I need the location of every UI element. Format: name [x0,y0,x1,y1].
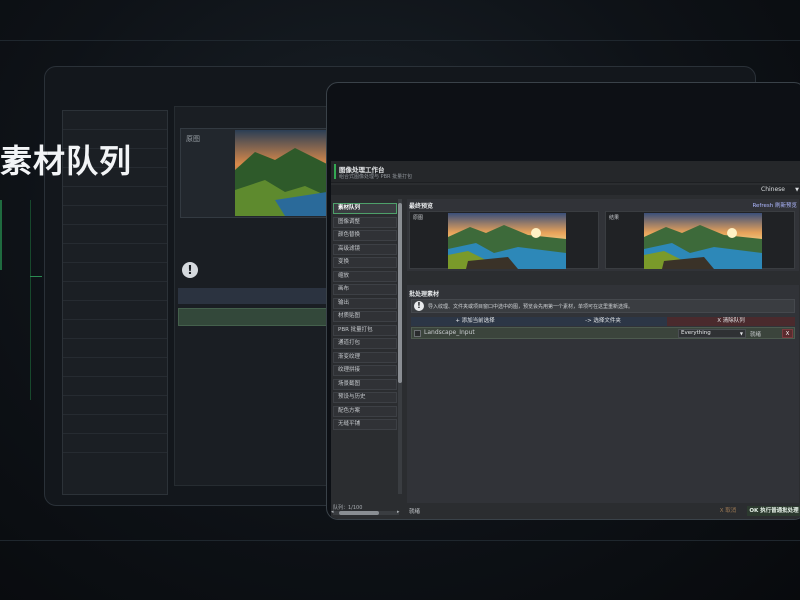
queue-count: 队列：1/100 [333,505,363,511]
result-label: 结果 [609,215,620,221]
remove-file-button[interactable]: X [782,329,793,338]
preview-title: 最终预览 [409,203,434,210]
warning-icon: ! [414,301,424,311]
file-row[interactable]: Landscape_Input Everything ▼ 就绪 X [411,327,795,339]
original-preview: 原图 [409,211,599,269]
bg-divider [0,540,800,541]
sidebar-item[interactable]: 缩放 [333,270,397,282]
sidebar-item[interactable]: 渐变纹理 [333,351,397,363]
batch-title: 批处理素材 [409,291,440,298]
file-mode-value: Everything [681,330,711,336]
sidebar-item[interactable]: 无缝平铺 [333,419,397,430]
scroll-right-icon[interactable]: ▸ [397,509,400,515]
app-subtitle: 组合式图像处理与 PBR 批量打包 [339,174,413,180]
cancel-button[interactable]: X 取消 [713,506,743,516]
choose-folder-button[interactable]: -> 选择文件夹 [539,317,667,326]
sidebar-item[interactable]: 纹理拼接 [333,365,397,376]
sidebar-item[interactable]: 素材队列 [333,203,397,214]
scroll-left-icon[interactable]: ◂ [331,509,334,515]
background-action-bar [178,288,328,304]
app-panel: 图像处理工作台 组合式图像处理与 PBR 批量打包 Chinese ▼ 素材队列… [331,161,800,519]
file-checkbox[interactable] [414,330,421,337]
result-image [644,213,762,269]
sidebar-item[interactable]: 图像调整 [333,216,397,228]
background-warning-icon: ! [182,262,198,278]
chevron-down-icon: ▼ [795,187,799,193]
file-name: Landscape_Input [424,329,475,336]
sidebar-item[interactable]: 高级滤镜 [333,243,397,255]
sidebar-item[interactable]: 画布 [333,284,397,295]
add-selection-button[interactable]: + 添加当前选择 [411,317,539,326]
hint-box: ! 导入纹理、文件夹或项目窗口中选中的图，预览会先用第一个素材，单项可在这里重新… [411,299,795,313]
sidebar-item[interactable]: 颜色替换 [333,230,397,241]
language-value: Chinese [761,186,785,193]
bg-divider [0,40,800,41]
file-mode-select[interactable]: Everything ▼ [678,329,746,338]
run-batch-button[interactable]: OK 执行普通批处理 [747,506,800,516]
status-bar: 就绪 X 取消 OK 执行普通批处理 [407,505,800,517]
header-accent [334,164,336,179]
status-text: 就绪 [409,509,421,515]
original-image [448,213,566,269]
background-thumb-label: 原图 [186,135,200,143]
result-preview: 结果 [605,211,795,269]
sidebar-item[interactable]: 场景截图 [333,378,397,390]
sidebar-item[interactable]: 通道打包 [333,338,397,349]
sidebar: 素材队列图像调整颜色替换高级滤镜变换缩放画布输出材质贴图 PBR 批量打包 通道打包… [331,199,403,511]
bg-accent-bar [0,200,2,270]
hint-text: 导入纹理、文件夹或项目窗口中选中的图，预览会先用第一个素材，单项可在这里重新选择… [428,304,634,310]
bg-accent-line [30,200,31,400]
refresh-preview-button[interactable]: Refresh 刷新预览 [752,201,797,209]
sidebar-item[interactable]: 输出 [333,297,397,309]
bg-accent-arrow [30,276,42,277]
clear-queue-button[interactable]: X 清除队列 [667,317,795,326]
chevron-down-icon: ▼ [739,331,743,336]
original-label: 原图 [413,215,424,221]
file-status: 就绪 [750,332,762,338]
sidebar-item[interactable]: 材质贴图 [333,311,397,322]
sidebar-item[interactable]: PBR 批量打包 [333,324,397,336]
sidebar-item[interactable]: 变换 [333,257,397,268]
background-file-row [178,308,328,326]
app-header: 图像处理工作台 组合式图像处理与 PBR 批量打包 [331,161,800,183]
page-heading: 素材队列 [0,142,133,180]
language-bar: Chinese ▼ [331,185,800,195]
sidebar-item[interactable]: 预设与历史 [333,392,397,403]
background-landscape-image [235,130,327,216]
sidebar-hscroll-thumb[interactable] [339,511,379,515]
preview-panel: 最终预览 Refresh 刷新预览 原图 结果 [407,199,799,271]
language-select[interactable]: Chinese ▼ [753,185,799,195]
app-window: 图像处理工作台 组合式图像处理与 PBR 批量打包 Chinese ▼ 素材队列… [326,82,800,520]
batch-panel: 批处理素材 ! 导入纹理、文件夹或项目窗口中选中的图，预览会先用第一个素材，单项… [407,285,799,503]
sidebar-item[interactable]: 配色方案 [333,405,397,417]
sidebar-scroll-thumb[interactable] [398,203,402,383]
